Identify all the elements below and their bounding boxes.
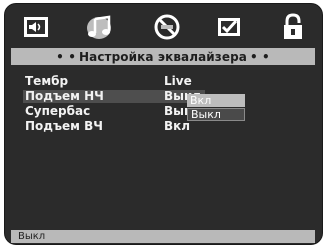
icon-tab-bar — [5, 4, 322, 50]
no-smoke-icon — [154, 14, 180, 40]
menu-item-label: Подъем НЧ — [25, 89, 104, 103]
title-text: Настройка эквалайзера — [78, 49, 247, 64]
menu-item-superbass[interactable]: Супербас Выкл — [23, 104, 313, 119]
settings-menu: Тембр Live Подъем НЧ Выкл Супербас Выкл … — [23, 74, 313, 134]
option-on[interactable]: Вкл — [187, 94, 245, 107]
status-bar: Выкл — [11, 230, 315, 243]
tab-speaker[interactable] — [16, 11, 56, 43]
menu-item-label: Супербас — [25, 104, 91, 118]
tab-audio[interactable] — [80, 11, 120, 43]
menu-item-label: Подъем ВЧ — [25, 119, 103, 133]
lock-icon — [284, 13, 302, 39]
menu-item-value: Live — [164, 74, 192, 88]
option-off[interactable]: Выкл — [187, 108, 245, 121]
tab-parental[interactable] — [147, 11, 187, 43]
menu-item-value: Вкл — [164, 119, 191, 133]
title-dots-left: • • — [56, 49, 76, 64]
status-text: Выкл — [18, 231, 46, 242]
menu-item-timbre[interactable]: Тембр Live — [23, 74, 313, 89]
menu-item-label: Тембр — [25, 74, 69, 88]
speaker-icon — [24, 17, 48, 37]
tab-preferences[interactable] — [210, 11, 250, 43]
menu-item-treble-boost[interactable]: Подъем ВЧ Вкл — [23, 119, 313, 134]
option-dropdown: Вкл Выкл — [187, 94, 247, 121]
osd-window: • • Настройка эквалайзера • • Тембр Live… — [4, 3, 323, 245]
audio-note-icon — [87, 15, 111, 39]
checkbox-icon — [218, 18, 240, 36]
tab-lock[interactable] — [273, 11, 313, 43]
menu-item-bass-boost[interactable]: Подъем НЧ Выкл — [23, 89, 313, 104]
title-dots-right: • • — [250, 49, 270, 64]
page-title: • • Настройка эквалайзера • • — [11, 48, 315, 65]
